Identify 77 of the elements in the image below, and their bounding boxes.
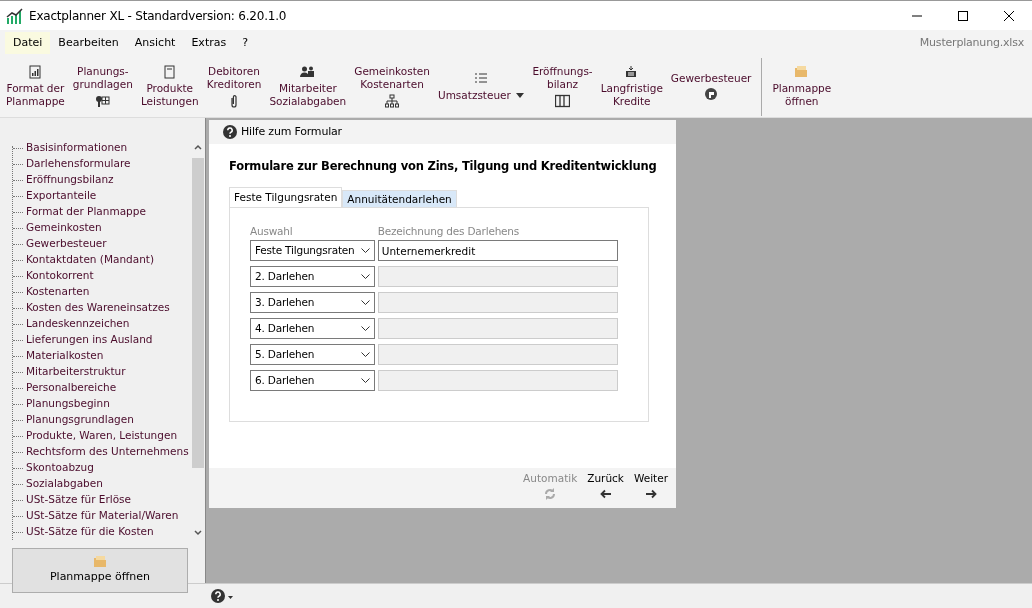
chart-icon (27, 65, 43, 80)
toolbar-button[interactable]: Umsatzsteuer (433, 57, 529, 116)
file-name: Musterplanung.xlsx (919, 34, 1024, 51)
menu-item[interactable]: ? (234, 31, 257, 55)
help-icon (223, 125, 237, 139)
chevron-down-icon (361, 378, 370, 383)
toolbar-button[interactable]: Format der Planmappe (2, 57, 69, 116)
tree-item[interactable]: Produkte, Waren, Leistungen (13, 428, 178, 444)
folder-icon (92, 555, 108, 570)
tree-item[interactable]: Format der Planmappe (13, 204, 146, 220)
close-icon[interactable] (1004, 10, 1014, 21)
tree-item[interactable]: Mitarbeiterstruktur (13, 364, 126, 380)
tab[interactable]: Annuitätendarlehen (342, 190, 457, 209)
form-title: Formulare zur Berechnung von Zins, Tilgung und Kreditentwicklung (229, 158, 658, 175)
key-table-icon (95, 93, 111, 108)
chevron-down-icon (361, 300, 370, 305)
chevron-down-icon (361, 248, 370, 253)
column-header: Auswahl (250, 224, 294, 240)
maximize-icon[interactable] (958, 10, 968, 21)
menu-item[interactable]: Extras (183, 31, 235, 55)
tree-item[interactable]: Lieferungen ins Ausland (13, 332, 153, 348)
toolbar-button[interactable]: Langfristige Kredite (596, 57, 667, 116)
tree-item[interactable]: Sozialabgaben (13, 476, 103, 492)
toolbar-button[interactable]: Produkte Leistungen (136, 57, 203, 116)
toolbar-button[interactable]: Gewerbesteuer (666, 57, 756, 116)
tab[interactable]: Feste Tilgungsraten (229, 187, 343, 209)
tree-item[interactable]: Personalbereiche (13, 380, 117, 396)
tree-item[interactable]: Materialkosten (13, 348, 104, 364)
tree-item[interactable]: USt-Sätze für Erlöse (13, 492, 131, 508)
coin-icon (703, 87, 719, 102)
footer-button[interactable]: Weiter (633, 468, 668, 508)
tree-item[interactable]: Rechtsform des Unternehmens (13, 444, 189, 460)
tree-item[interactable]: USt-Sätze für die Kosten (13, 524, 154, 540)
dropdown[interactable]: Feste Tilgungsraten (250, 240, 375, 261)
tree-item[interactable]: Gemeinkosten (13, 220, 102, 236)
tree-item[interactable]: Darlehensformulare (13, 156, 131, 172)
hierarchy-icon (384, 93, 400, 108)
open-workbook-button[interactable]: Planmappe öffnen (12, 548, 188, 593)
menu-item[interactable]: Datei (5, 31, 51, 55)
toolbar-button[interactable]: Debitoren Kreditoren (202, 57, 266, 116)
caret-icon (516, 92, 525, 98)
toolbar-button[interactable]: Gemeinkosten Kostenarten (350, 57, 434, 116)
menu-item[interactable]: Bearbeiten (50, 31, 127, 55)
refresh-icon (543, 486, 558, 501)
tree-item[interactable]: Kosten des Wareneinsatzes (13, 300, 170, 316)
column-header: Bezeichnung des Darlehens (377, 224, 520, 240)
tree-item[interactable]: Eröffnungsbilanz (13, 172, 114, 188)
tree-item[interactable]: Exportanteile (13, 188, 97, 204)
text-field[interactable]: Unternemerkredit (377, 240, 618, 261)
folder-icon (794, 65, 810, 80)
people-icon (300, 65, 316, 80)
tree-item[interactable]: USt-Sätze für Material/Waren (13, 508, 179, 524)
notebook-icon (162, 65, 178, 80)
toolbar-button[interactable]: Planungs- grundlagen (68, 57, 137, 116)
toolbar-button[interactable]: Eröffnungs- bilanz (528, 57, 597, 116)
tree-item[interactable]: Planungsgrundlagen (13, 412, 134, 428)
menu-item[interactable]: Ansicht (126, 31, 184, 55)
chevron-down-icon (361, 274, 370, 279)
tree-item[interactable]: Skontoabzug (13, 460, 94, 476)
ledger-icon (555, 93, 571, 108)
help-link[interactable]: Hilfe zum Formular (241, 123, 342, 141)
tree-item[interactable]: Kontaktdaten (Mandant) (13, 252, 155, 268)
tree-item[interactable]: Planungsbeginn (13, 396, 110, 412)
list-icon (473, 71, 489, 86)
tree-item[interactable]: Kostenarten (13, 284, 90, 300)
tree-item[interactable]: Landeskennzeichen (13, 316, 130, 332)
toolbar-button[interactable]: Planmappe öffnen (768, 57, 836, 116)
window-title: Exactplanner XL - Standardversion: 6.20.1.0 (29, 7, 287, 25)
chevron-down-icon (361, 352, 370, 357)
tree-item[interactable]: Basisinformationen (13, 140, 128, 156)
tree-item[interactable]: Kontokorrent (13, 268, 94, 284)
toolbar-button[interactable]: Mitarbeiter Sozialabgaben (265, 57, 351, 116)
footer-button[interactable]: Zurück (587, 468, 624, 508)
chevron-down-icon (361, 326, 370, 331)
app-logo-icon (5, 7, 24, 24)
tree-item[interactable]: Gewerbesteuer (13, 236, 107, 252)
help-menu-icon[interactable] (210, 588, 234, 604)
